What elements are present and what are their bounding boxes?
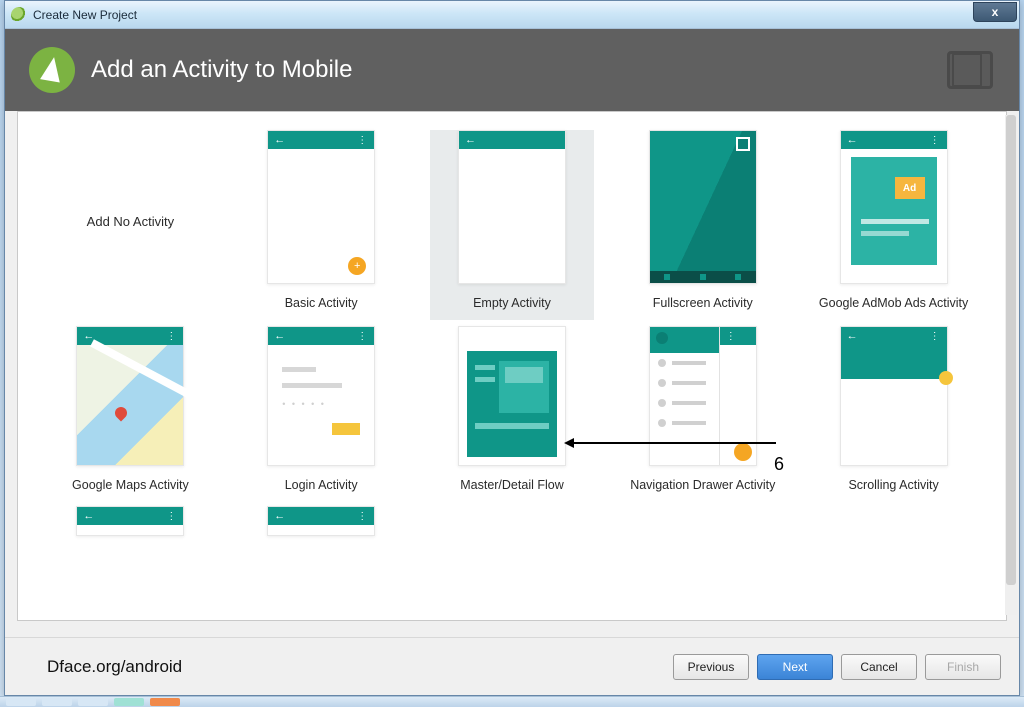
activity-card-master-detail[interactable]: Master/Detail Flow bbox=[430, 326, 595, 500]
back-arrow-icon: ← bbox=[274, 331, 285, 342]
close-icon: x bbox=[992, 5, 999, 19]
activity-card-partial-1[interactable]: ←⋮ bbox=[48, 506, 213, 544]
back-arrow-icon: ← bbox=[83, 511, 94, 522]
back-arrow-icon: ← bbox=[274, 135, 285, 146]
back-arrow-icon: ← bbox=[274, 511, 285, 522]
activity-label: Login Activity bbox=[285, 478, 358, 492]
overflow-icon: ⋮ bbox=[357, 135, 368, 146]
activity-thumb: ←⋮ bbox=[76, 506, 184, 536]
activity-thumb bbox=[649, 130, 757, 284]
windows-taskbar[interactable] bbox=[0, 696, 1024, 707]
previous-button[interactable]: Previous bbox=[673, 654, 749, 680]
overflow-icon: ⋮ bbox=[930, 331, 941, 342]
activity-card-add-no-activity[interactable]: Add No Activity bbox=[48, 130, 213, 320]
vertical-scrollbar[interactable] bbox=[1005, 115, 1017, 615]
overflow-icon: ⋮ bbox=[726, 331, 737, 342]
activity-card-partial-2[interactable]: ←⋮ bbox=[239, 506, 404, 544]
fab-icon bbox=[734, 443, 752, 461]
fab-icon: + bbox=[348, 257, 366, 275]
scrollbar-thumb[interactable] bbox=[1006, 115, 1016, 585]
activity-thumb: ← ⋮ + bbox=[267, 130, 375, 284]
activity-label: Google AdMob Ads Activity bbox=[819, 296, 968, 310]
taskbar-item[interactable] bbox=[78, 698, 108, 706]
activity-card-scrolling[interactable]: ←⋮ Scrolling Activity bbox=[811, 326, 976, 500]
activity-thumb: ⋮ bbox=[649, 326, 757, 466]
activity-card-maps[interactable]: ←⋮ Google Maps Activity bbox=[48, 326, 213, 500]
dialog-window: Create New Project x Add an Activity to … bbox=[4, 0, 1020, 696]
finish-button: Finish bbox=[925, 654, 1001, 680]
taskbar-item[interactable] bbox=[6, 698, 36, 706]
activity-gallery: Add No Activity ←⋮ + Basic Activity ← Em… bbox=[17, 111, 1007, 621]
back-arrow-icon: ← bbox=[847, 135, 858, 146]
android-studio-icon bbox=[11, 7, 27, 23]
back-arrow-icon: ← bbox=[847, 331, 858, 342]
next-button[interactable]: Next bbox=[757, 654, 833, 680]
window-title: Create New Project bbox=[33, 8, 137, 22]
overflow-icon: ⋮ bbox=[930, 135, 941, 146]
window-close-button[interactable]: x bbox=[973, 2, 1017, 22]
ad-badge: Ad bbox=[895, 177, 925, 199]
activity-card-admob[interactable]: ← ⋮ Ad Google AdMob Ads Activity bbox=[811, 130, 976, 320]
activity-thumb: ← bbox=[458, 130, 566, 284]
taskbar-item[interactable] bbox=[114, 698, 144, 706]
back-arrow-icon: ← bbox=[465, 135, 476, 146]
form-factor-icon bbox=[947, 51, 993, 89]
activity-label: Scrolling Activity bbox=[848, 478, 938, 492]
wizard-footer: Dface.org/android Previous Next Cancel F… bbox=[5, 637, 1019, 695]
activity-label: Add No Activity bbox=[87, 214, 174, 229]
activity-thumb: ←⋮ bbox=[76, 326, 184, 466]
activity-card-basic[interactable]: ← ⋮ + Basic Activity bbox=[239, 130, 404, 320]
activity-card-empty[interactable]: ← Empty Activity bbox=[430, 130, 595, 320]
titlebar[interactable]: Create New Project x bbox=[5, 1, 1019, 29]
activity-thumb: ←⋮ bbox=[840, 326, 948, 466]
taskbar-item[interactable] bbox=[42, 698, 72, 706]
activity-card-fullscreen[interactable]: Fullscreen Activity bbox=[620, 130, 785, 320]
activity-thumb: ←⋮ • • • • • bbox=[267, 326, 375, 466]
activity-label: Fullscreen Activity bbox=[653, 296, 753, 310]
map-pin-icon bbox=[113, 405, 130, 422]
cancel-button[interactable]: Cancel bbox=[841, 654, 917, 680]
wizard-title: Add an Activity to Mobile bbox=[91, 56, 352, 84]
activity-thumb: ←⋮ bbox=[267, 506, 375, 536]
wizard-header: Add an Activity to Mobile bbox=[5, 29, 1019, 111]
annotation-arrow bbox=[566, 442, 776, 444]
activity-label: Master/Detail Flow bbox=[460, 478, 564, 492]
activity-label: Empty Activity bbox=[473, 296, 551, 310]
activity-card-nav-drawer[interactable]: ⋮ Navigation Drawer Activity bbox=[620, 326, 785, 500]
taskbar-item[interactable] bbox=[150, 698, 180, 706]
overflow-icon: ⋮ bbox=[166, 511, 177, 522]
overflow-icon: ⋮ bbox=[357, 331, 368, 342]
annotation-number: 6 bbox=[774, 454, 784, 475]
activity-label: Basic Activity bbox=[285, 296, 358, 310]
overflow-icon: ⋮ bbox=[166, 331, 177, 342]
overflow-icon: ⋮ bbox=[357, 511, 368, 522]
activity-label: Navigation Drawer Activity bbox=[630, 478, 775, 492]
activity-label: Google Maps Activity bbox=[72, 478, 189, 492]
activity-thumb bbox=[458, 326, 566, 466]
android-logo-icon bbox=[29, 47, 75, 93]
watermark-text: Dface.org/android bbox=[47, 657, 182, 677]
activity-card-login[interactable]: ←⋮ • • • • • Login Activity bbox=[239, 326, 404, 500]
activity-thumb: ← ⋮ Ad bbox=[840, 130, 948, 284]
